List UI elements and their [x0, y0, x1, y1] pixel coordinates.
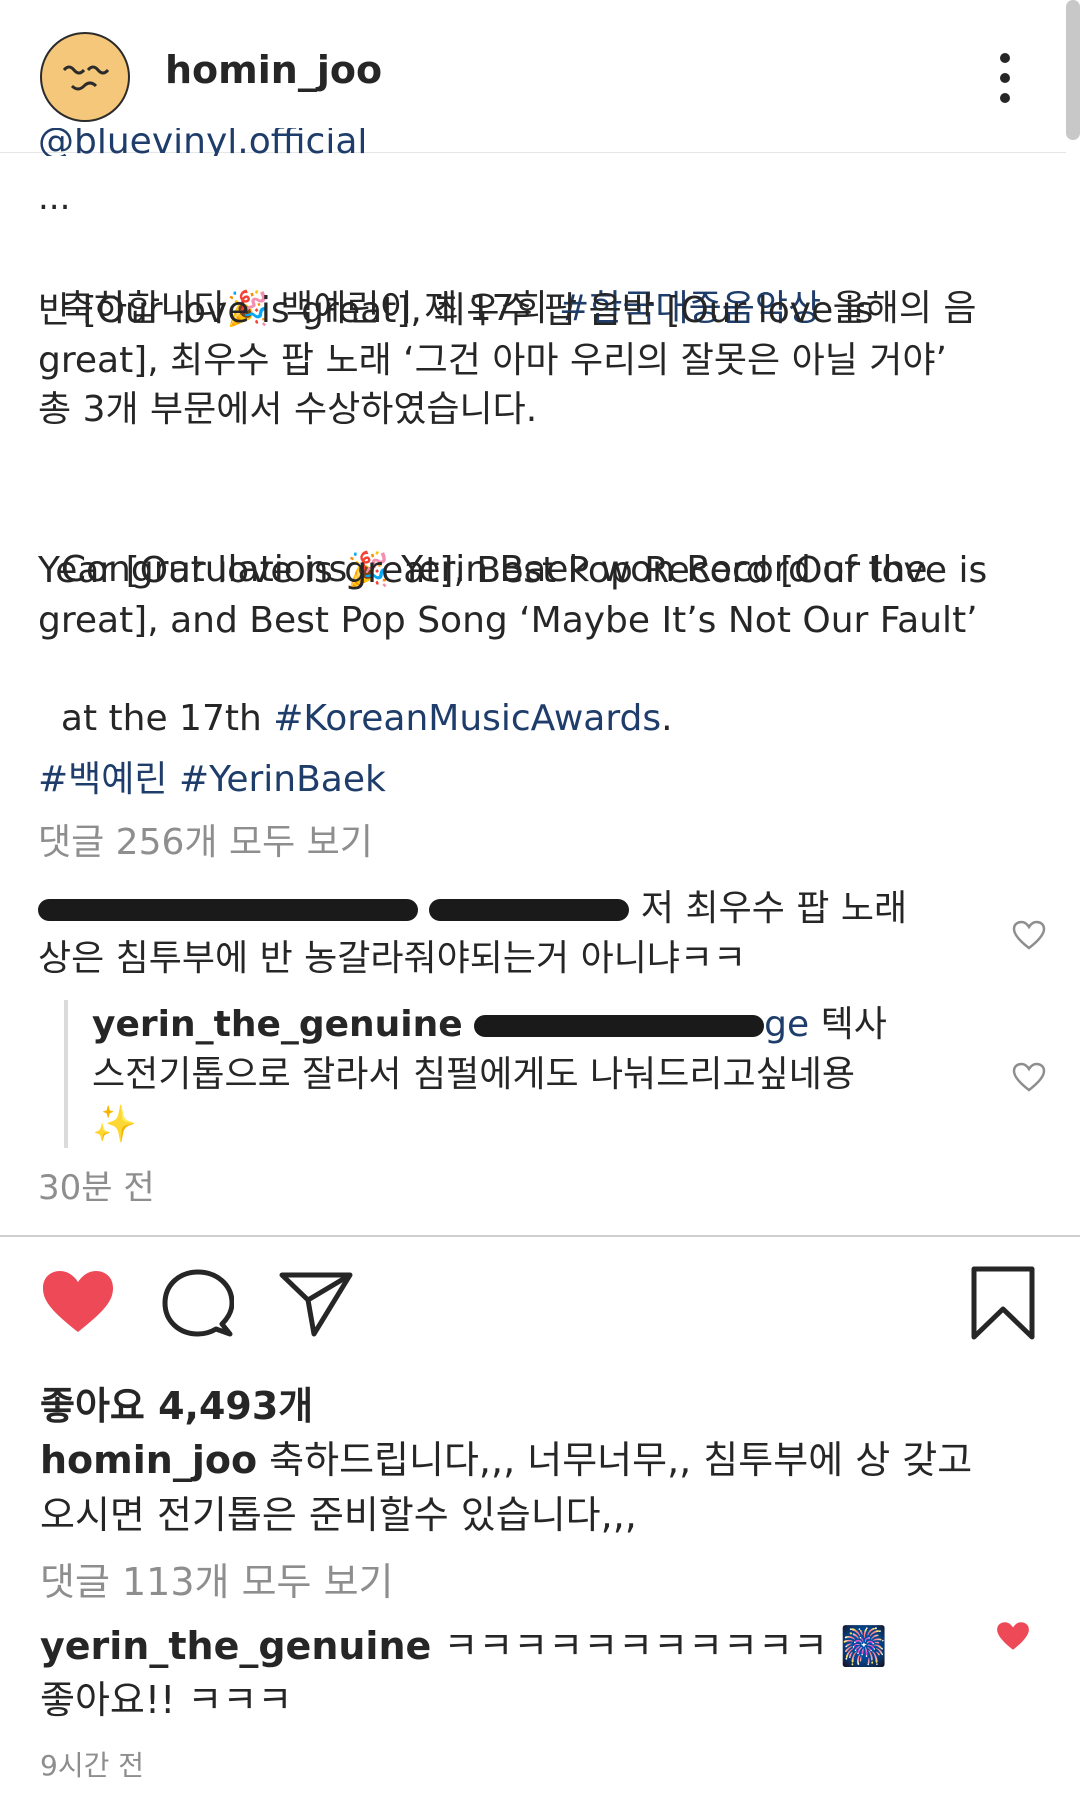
view-all-comments-link[interactable]: 댓글 113개 모두 보기 [40, 1555, 1040, 1609]
fireworks-icon: 🎆 [840, 1624, 888, 1668]
view-all-comments-link[interactable]: 댓글 256개 모두 보기 [38, 818, 1048, 867]
post-caption-line1: homin_joo 축하드립니다,,, 너무너무,, 침투부에 상 갖고 [40, 1433, 1040, 1487]
reply-line1: yerin_the_genuine ge 텍사 [92, 1000, 972, 1049]
comment-line2: 좋아요!! ㅋㅋㅋ [40, 1678, 293, 1722]
scrollbar-thumb[interactable] [1066, 0, 1080, 140]
sparkles-icon: ✨ [92, 1104, 137, 1145]
redacted-mention [474, 1015, 765, 1037]
caption-en-line3: great], and Best Pop Song ‘Maybe It’s No… [38, 600, 978, 641]
redacted-username [38, 899, 418, 921]
post-caption-line2: 오시면 전기톱은 준비할수 있습니다,,, [40, 1493, 637, 1537]
caption-kr-line4: 총 3개 부문에서 수상하였습니다. [38, 389, 538, 430]
caption-text: at the 17th [60, 698, 274, 739]
divider [0, 1235, 1080, 1237]
caption-en-line4: at the 17th #KoreanMusicAwards. [38, 645, 1048, 743]
paper-plane-icon[interactable] [278, 1270, 354, 1338]
more-options-icon[interactable] [990, 48, 1020, 108]
reply-mention[interactable]: ge [764, 1004, 809, 1045]
likes-count[interactable]: 좋아요 4,493개 [40, 1375, 313, 1430]
avatar-face-icon [62, 65, 110, 91]
comment-timestamp: 9시간 전 [40, 1749, 144, 1782]
comment-text: 저 최우수 팝 노래 [629, 888, 908, 929]
redacted-mention [429, 899, 630, 921]
comment-username[interactable]: yerin_the_genuine [40, 1624, 431, 1668]
comment-text: 텍사 [809, 1004, 887, 1045]
caption-text: . [661, 698, 673, 739]
caption-text: 축하드립니다,,, 너무너무,, 침투부에 상 갖고 [257, 1438, 973, 1482]
caption-en-line2: Year [Our love is great], Best Pop Recor… [38, 550, 988, 591]
caption-username[interactable]: homin_joo [40, 1438, 257, 1482]
hashtag-link[interactable]: #KoreanMusicAwards [273, 698, 661, 739]
reply-line2: 스전기톱으로 잘라서 침펄에게도 나눠드리고싶네용 [92, 1054, 855, 1095]
caption-hashtags[interactable]: #백예린 #YerinBaek [38, 755, 1048, 804]
heart-filled-icon[interactable] [40, 1268, 116, 1336]
caption-kr-line2: 반 [Our love is great], 최우수 팝 음반 [Our lov… [38, 290, 874, 331]
comment-text: ㅋㅋㅋㅋㅋㅋㅋㅋㅋㅋㅋ [431, 1624, 841, 1668]
bookmark-icon[interactable] [970, 1265, 1036, 1341]
comment-timestamp: 30분 전 [38, 1168, 155, 1208]
post-username[interactable]: homin_joo [165, 48, 382, 92]
reply-like-heart-icon[interactable] [1012, 1062, 1046, 1092]
comment-like-heart-icon[interactable] [1012, 920, 1046, 950]
comment-line1: 저 최우수 팝 노래 [38, 884, 998, 933]
reply-thread-line [64, 1000, 68, 1148]
comment-line1: yerin_the_genuine ㅋㅋㅋㅋㅋㅋㅋㅋㅋㅋㅋ 🎆 [40, 1619, 980, 1673]
caption-kr-line3: great], 최우수 팝 노래 ‘그건 아마 우리의 잘못은 아닐 거야’ [38, 340, 947, 381]
comment-line2: 상은 침투부에 반 농갈라줘야되는거 아니냐ㅋㅋ [38, 938, 747, 979]
comment-liked-heart-icon[interactable] [995, 1620, 1031, 1652]
reply-username[interactable]: yerin_the_genuine [92, 1004, 463, 1045]
comment-bubble-icon[interactable] [162, 1268, 234, 1340]
caption-mention-cut[interactable]: @bluevinyl.official [38, 128, 367, 156]
avatar[interactable] [40, 32, 130, 122]
caption-ellipsis: ... [38, 178, 71, 218]
